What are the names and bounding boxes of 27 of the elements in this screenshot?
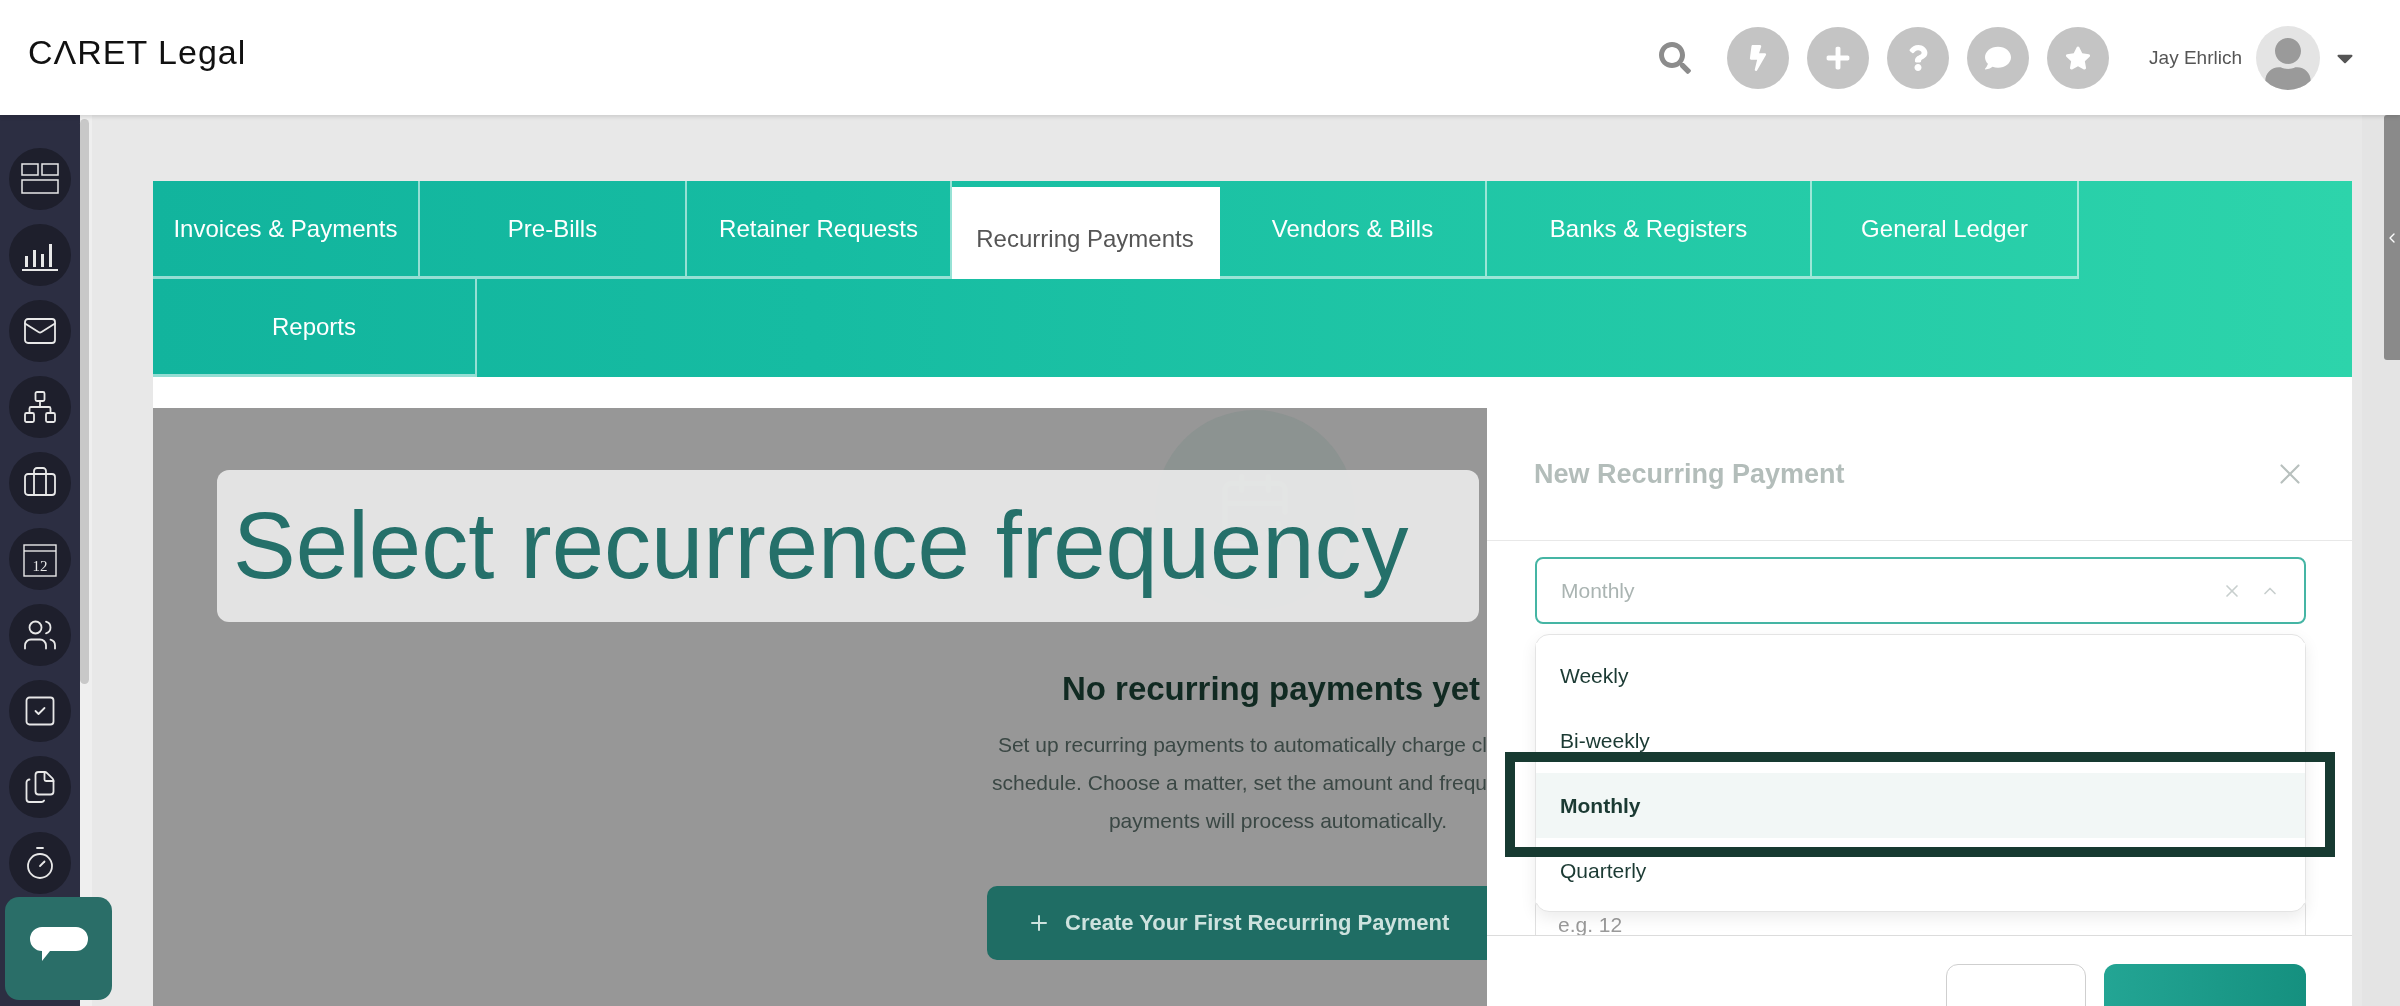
plus-icon <box>1825 44 1852 71</box>
empty-state-description: schedule. Choose a matter, set the amount and frequ <box>992 770 1487 796</box>
dropdown-option[interactable]: Weekly <box>1536 643 2305 708</box>
empty-state-description: Set up recurring payments to automatically charge cl <box>997 732 1487 758</box>
tab[interactable]: Pre-Bills <box>420 181 687 279</box>
chat-widget-button[interactable] <box>5 897 112 1000</box>
caret-legal-logo: CΛRET Legal <box>28 33 247 72</box>
create-recurring-payment-button[interactable]: Create Your First Recurring Payment <box>987 886 1487 960</box>
tab[interactable]: General Ledger <box>1812 181 2079 279</box>
empty-state-heading: No recurring payments yet <box>1061 670 1480 708</box>
tab[interactable]: Banks & Registers <box>1487 181 1812 279</box>
tab[interactable]: Recurring Payments <box>952 187 1220 279</box>
user-name: Jay Ehrlich <box>2149 46 2242 69</box>
tab[interactable]: Invoices & Payments <box>153 181 420 279</box>
empty-state-description: payments will process automatically. <box>1108 808 1447 834</box>
network-icon <box>22 389 58 425</box>
caption-tooltip: Select recurrence frequency <box>217 470 1479 622</box>
drawer-title: New Recurring Payment <box>1534 458 1845 490</box>
dropdown-option[interactable]: Monthly <box>1536 773 2305 838</box>
speech-bubble-icon <box>1985 44 2012 71</box>
star-icon <box>2065 44 2092 71</box>
scrollbar-thumb[interactable] <box>80 119 89 684</box>
tab[interactable]: Vendors & Bills <box>1220 181 1487 279</box>
dashboard-icon <box>21 163 59 195</box>
sidebar-item[interactable]: 12 <box>9 528 71 590</box>
scrollbar-thumb[interactable] <box>2384 115 2400 360</box>
search-button[interactable] <box>1659 41 1692 74</box>
